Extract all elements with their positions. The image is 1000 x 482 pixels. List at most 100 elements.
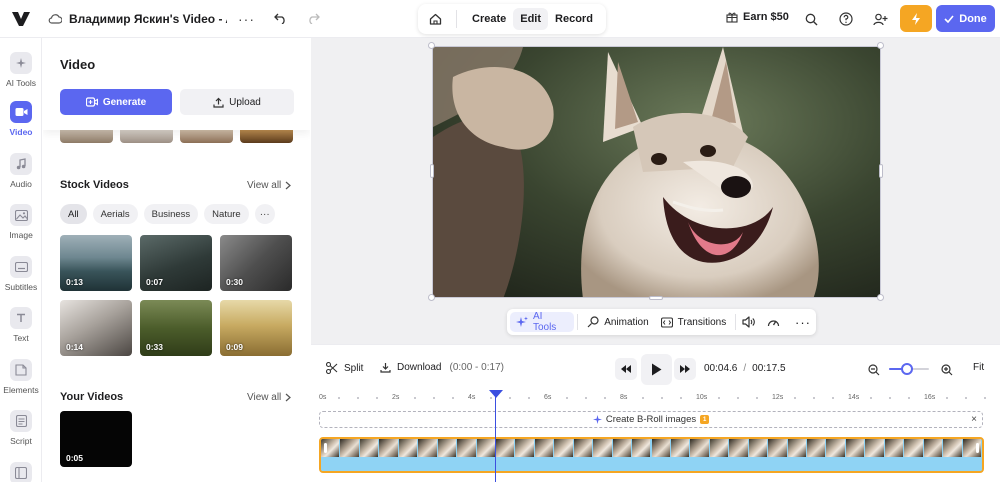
earn-button[interactable]: Earn $50: [726, 11, 789, 23]
more-chips-icon[interactable]: ···: [254, 204, 275, 224]
chip-aerials[interactable]: Aerials: [92, 204, 138, 224]
peek-thumbnail[interactable]: [240, 130, 293, 143]
peek-thumbnail[interactable]: [120, 130, 173, 143]
more-options-icon[interactable]: ···: [793, 312, 813, 332]
rewind-button[interactable]: [615, 358, 637, 380]
trim-handle-left[interactable]: [324, 443, 327, 453]
stock-thumbnail[interactable]: 0:14: [60, 300, 132, 356]
rail-item-more[interactable]: [0, 462, 42, 482]
time-separator: /: [743, 363, 747, 374]
add-user-icon[interactable]: [872, 11, 888, 27]
resize-handle[interactable]: [649, 296, 663, 300]
transitions-icon: [660, 316, 673, 328]
upload-button[interactable]: Upload: [180, 89, 294, 115]
stock-view-all-link[interactable]: View all: [247, 180, 292, 191]
video-preview[interactable]: [432, 46, 881, 298]
your-video-thumbnail[interactable]: 0:05: [60, 411, 132, 467]
mode-edit[interactable]: Edit: [513, 8, 549, 30]
stock-thumbnail[interactable]: 0:30: [220, 235, 292, 291]
peek-thumbnail[interactable]: [60, 130, 113, 143]
filmstrip-frame: [923, 439, 943, 457]
duration-label: 0:07: [146, 277, 164, 287]
filmstrip-frame: [534, 439, 554, 457]
veed-logo[interactable]: [11, 9, 31, 29]
stock-thumbnail[interactable]: 0:07: [140, 235, 212, 291]
ruler-dot: [414, 397, 416, 399]
close-icon[interactable]: ×: [971, 414, 977, 425]
fast-forward-button[interactable]: [674, 358, 696, 380]
zoom-knob[interactable]: [901, 363, 913, 375]
rail-item-script[interactable]: Script: [0, 410, 42, 446]
fit-label: Fit: [973, 362, 985, 373]
search-icon[interactable]: [803, 11, 819, 27]
upgrade-button[interactable]: [900, 5, 932, 32]
filmstrip-frame: [476, 439, 495, 457]
mode-record[interactable]: Record: [548, 8, 600, 30]
zoom-in-icon[interactable]: [939, 362, 955, 378]
resize-handle[interactable]: [877, 294, 884, 301]
video-camera-icon: [10, 101, 32, 123]
trim-handle-right[interactable]: [976, 443, 979, 453]
filmstrip-frame: [593, 439, 612, 457]
video-track[interactable]: [319, 437, 984, 473]
filmstrip-frame: [632, 439, 651, 457]
rail-item-audio[interactable]: Audio: [0, 153, 42, 189]
resize-handle[interactable]: [428, 294, 435, 301]
fit-button[interactable]: Fit: [973, 362, 984, 373]
rail-item-video[interactable]: Video: [0, 101, 42, 137]
your-view-all-link[interactable]: View all: [247, 392, 292, 403]
animation-button[interactable]: Animation: [581, 312, 654, 332]
ruler-dot: [756, 397, 758, 399]
speed-icon[interactable]: [763, 312, 783, 332]
undo-icon[interactable]: [273, 12, 287, 26]
rail-label: Audio: [10, 179, 32, 189]
mode-create[interactable]: Create: [465, 8, 513, 30]
playhead-marker[interactable]: [489, 390, 503, 398]
sparkle-icon: [10, 52, 32, 74]
redo-icon[interactable]: [306, 12, 320, 26]
rail-label: Elements: [3, 385, 39, 395]
download-button[interactable]: Download (0:00 - 0:17): [380, 362, 504, 373]
rail-item-subtitles[interactable]: Subtitles: [0, 256, 42, 292]
rail-item-elements[interactable]: Elements: [0, 359, 42, 395]
ruler-dot: [661, 397, 663, 399]
rail-item-image[interactable]: Image: [0, 204, 42, 240]
ai-tools-button[interactable]: AI Tools: [510, 311, 575, 333]
resize-handle[interactable]: [879, 164, 883, 178]
stock-thumbnail[interactable]: 0:33: [140, 300, 212, 356]
stock-thumbnail[interactable]: 0:09: [220, 300, 292, 356]
split-button[interactable]: Split: [326, 362, 363, 374]
filmstrip-frame: [768, 439, 787, 457]
peek-thumbnail[interactable]: [180, 130, 233, 143]
resize-handle[interactable]: [430, 164, 434, 178]
zoom-slider[interactable]: [889, 363, 929, 375]
view-all-label: View all: [247, 392, 282, 403]
chevron-right-icon: [285, 393, 292, 402]
play-button[interactable]: [641, 354, 672, 385]
volume-icon[interactable]: [739, 312, 759, 332]
rail-label: Text: [13, 333, 29, 343]
chip-nature[interactable]: Nature: [204, 204, 249, 224]
chip-all[interactable]: All: [60, 204, 87, 224]
create-broll-bar[interactable]: Create B-Roll images 1 ×: [319, 411, 983, 428]
help-icon[interactable]: [838, 11, 854, 27]
time-ruler[interactable]: 0s 2s 4s 6s 8s 10s 12s 14s 16s: [319, 391, 991, 405]
rail-item-ai-tools[interactable]: AI Tools: [0, 52, 42, 88]
chip-business[interactable]: Business: [143, 204, 199, 224]
resize-handle[interactable]: [877, 42, 884, 49]
toolbar-divider: [735, 314, 737, 330]
resize-handle[interactable]: [428, 42, 435, 49]
playhead: [495, 397, 496, 482]
home-icon[interactable]: [424, 8, 446, 30]
more-options-icon[interactable]: ···: [238, 11, 254, 27]
done-button[interactable]: Done: [936, 5, 995, 32]
duration-label: 0:05: [66, 453, 84, 463]
generate-button[interactable]: Generate: [60, 89, 172, 115]
transitions-button[interactable]: Transitions: [655, 312, 733, 332]
stock-thumbnail[interactable]: 0:13: [60, 235, 132, 291]
animation-icon: [587, 316, 599, 328]
project-title[interactable]: Владимир Яскин's Video - A...: [69, 12, 227, 26]
zoom-out-icon[interactable]: [866, 362, 882, 378]
rail-item-text[interactable]: Text: [0, 307, 42, 343]
duration-label: 0:33: [146, 342, 164, 352]
